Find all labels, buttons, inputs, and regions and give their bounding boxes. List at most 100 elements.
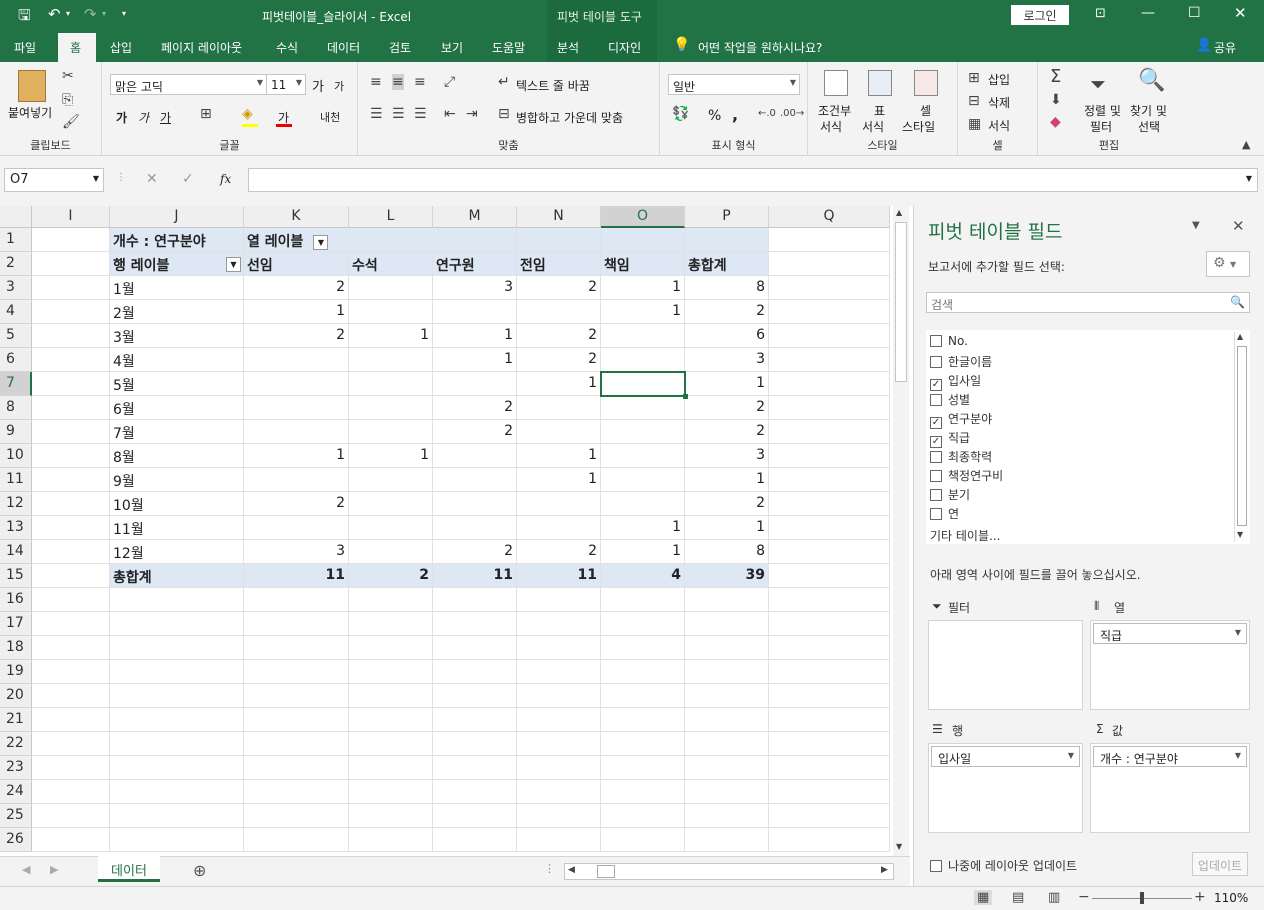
column-header-N[interactable]: N [517, 206, 601, 228]
tab-split-handle-icon[interactable]: ⋮ [544, 862, 555, 875]
pivot-row-label[interactable]: 행 레이블 ▼ [110, 252, 244, 276]
pivot-value-cell[interactable]: 3 [685, 444, 769, 468]
underline-button[interactable]: 가 [160, 109, 171, 126]
pivot-value-cell[interactable]: 2 [685, 420, 769, 444]
cell-K25[interactable] [244, 804, 349, 828]
cell-O18[interactable] [601, 636, 685, 660]
pivot-value-cell[interactable]: 1 [517, 372, 601, 396]
cell-styles-button-line2[interactable]: 스타일 [902, 118, 935, 135]
row-header-5[interactable]: 5 [0, 324, 32, 348]
cell-I20[interactable] [32, 684, 110, 708]
pivot-value-cell[interactable] [601, 468, 685, 492]
cell-I16[interactable] [32, 588, 110, 612]
value-field-item[interactable]: 개수 : 연구분야 ▼ [1093, 746, 1247, 767]
cell-J26[interactable] [110, 828, 244, 852]
cell-K21[interactable] [244, 708, 349, 732]
pivot-value-cell[interactable]: 1 [685, 372, 769, 396]
cell-Q9[interactable] [769, 420, 890, 444]
pivot-header-blank-O[interactable] [601, 228, 685, 252]
pivot-row-label-cell[interactable]: 3월 [110, 324, 244, 348]
cell-J24[interactable] [110, 780, 244, 804]
align-middle-icon[interactable]: ≡ [392, 74, 404, 90]
row-header-13[interactable]: 13 [0, 516, 32, 540]
row-header-6[interactable]: 6 [0, 348, 32, 372]
pivot-value-cell[interactable]: 3 [685, 348, 769, 372]
pivot-header-blank-N[interactable] [517, 228, 601, 252]
cell-I13[interactable] [32, 516, 110, 540]
row-header-3[interactable]: 3 [0, 276, 32, 300]
cell-L24[interactable] [349, 780, 433, 804]
cell-M25[interactable] [433, 804, 517, 828]
name-box[interactable]: O7 ▼ [4, 168, 104, 192]
scroll-up-icon[interactable]: ▲ [896, 208, 902, 217]
pivot-value-cell[interactable] [349, 540, 433, 564]
values-zone[interactable]: 개수 : 연구분야 ▼ [1090, 743, 1250, 833]
cell-N25[interactable] [517, 804, 601, 828]
pivot-col-header[interactable]: 책임 [601, 252, 685, 276]
cell-P16[interactable] [685, 588, 769, 612]
pivot-col-header[interactable]: 수석 [349, 252, 433, 276]
fill-icon[interactable]: ⬇ [1050, 92, 1062, 108]
row-header-9[interactable]: 9 [0, 420, 32, 444]
row-header-25[interactable]: 25 [0, 804, 32, 828]
grow-font-button[interactable]: 가 [312, 76, 324, 95]
merge-center-button[interactable]: 병합하고 가운데 맞춤 [516, 109, 623, 126]
cell-O22[interactable] [601, 732, 685, 756]
cell-J16[interactable] [110, 588, 244, 612]
field-checkbox-item[interactable]: 연 [930, 505, 959, 522]
pivot-col-header[interactable]: 연구원 [433, 252, 517, 276]
shrink-font-button[interactable]: 가 [334, 78, 344, 94]
tab-file[interactable]: 파일 [14, 39, 36, 56]
pivot-value-cell[interactable]: 2 [685, 492, 769, 516]
cell-Q12[interactable] [769, 492, 890, 516]
cell-M21[interactable] [433, 708, 517, 732]
font-name-select[interactable]: 맑은 고딕 ▼ [110, 74, 267, 95]
row-filter-icon[interactable]: ▼ [226, 257, 241, 272]
more-tables-link[interactable]: 기타 테이블... [930, 527, 1000, 544]
cell-L19[interactable] [349, 660, 433, 684]
pivot-col-header[interactable]: 총합계 [685, 252, 769, 276]
cell-I23[interactable] [32, 756, 110, 780]
font-size-select[interactable]: 11 ▼ [266, 74, 306, 95]
cell-L25[interactable] [349, 804, 433, 828]
field-checkbox-item[interactable]: ✓ 입사일 [930, 372, 981, 391]
cell-P26[interactable] [685, 828, 769, 852]
cell-M18[interactable] [433, 636, 517, 660]
tab-home[interactable]: 홈 [70, 39, 81, 56]
cell-J21[interactable] [110, 708, 244, 732]
pivot-total-cell[interactable]: 2 [349, 564, 433, 588]
scroll-right-icon[interactable]: ▶ [881, 865, 888, 875]
cell-N23[interactable] [517, 756, 601, 780]
pivot-value-cell[interactable]: 2 [517, 276, 601, 300]
column-header-K[interactable]: K [244, 206, 349, 228]
cell-L20[interactable] [349, 684, 433, 708]
cell-Q22[interactable] [769, 732, 890, 756]
row-header-12[interactable]: 12 [0, 492, 32, 516]
cell-L23[interactable] [349, 756, 433, 780]
pivot-value-cell[interactable] [433, 468, 517, 492]
cell-I5[interactable] [32, 324, 110, 348]
pivot-value-cell[interactable] [601, 444, 685, 468]
pivot-value-cell[interactable]: 1 [601, 300, 685, 324]
cell-Q17[interactable] [769, 612, 890, 636]
sort-filter-icon[interactable]: ⏷ [1090, 72, 1106, 96]
cell-styles-button[interactable]: 셀 [920, 102, 931, 119]
conditional-format-button[interactable]: 조건부 [818, 102, 851, 119]
field-checkbox-item[interactable]: 책정연구비 [930, 467, 1003, 484]
pivot-value-cell[interactable] [349, 468, 433, 492]
pivot-row-label-cell[interactable]: 2월 [110, 300, 244, 324]
pivot-total-cell[interactable]: 4 [601, 564, 685, 588]
pivot-value-cell[interactable]: 2 [517, 348, 601, 372]
zoom-level[interactable]: 110% [1214, 891, 1248, 905]
cell-K20[interactable] [244, 684, 349, 708]
cut-icon[interactable]: ✂ [62, 68, 74, 84]
pivot-value-cell[interactable]: 1 [517, 444, 601, 468]
conditional-format-icon[interactable] [824, 70, 848, 96]
tab-insert[interactable]: 삽입 [110, 39, 132, 56]
pivot-value-cell[interactable]: 6 [685, 324, 769, 348]
cell-Q6[interactable] [769, 348, 890, 372]
tab-help[interactable]: 도움말 [492, 39, 525, 56]
pivot-col-header[interactable]: 선임 [244, 252, 349, 276]
pivot-value-cell[interactable] [433, 372, 517, 396]
pivot-value-cell[interactable] [517, 420, 601, 444]
